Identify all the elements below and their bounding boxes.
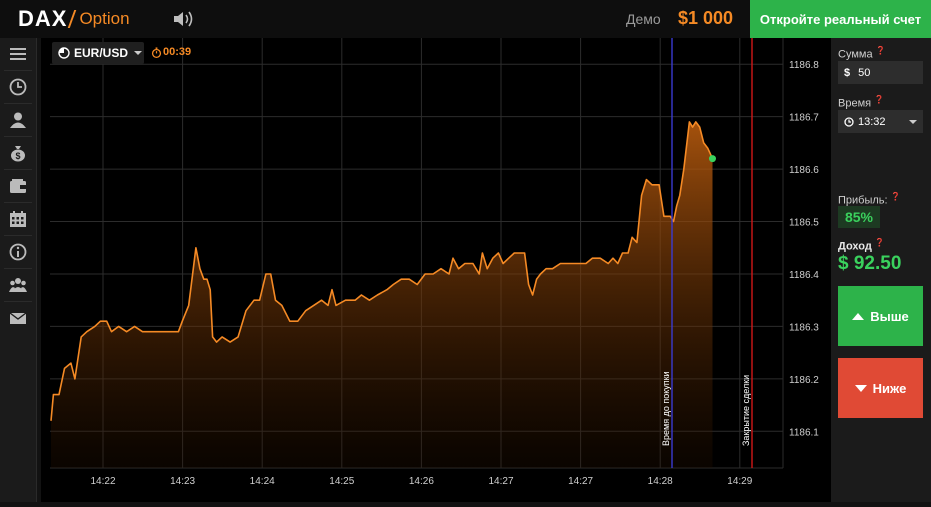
clock-icon [844,116,854,127]
call-button-label: Выше [870,308,909,324]
profit-percentage: 85% [838,206,880,228]
open-real-account-button[interactable]: Откройте реальный счет [750,0,931,38]
stopwatch-icon [151,46,162,58]
y-tick-label: 1186.8 [789,60,819,71]
time-select[interactable]: 13:32 [838,110,923,133]
svg-text:$: $ [15,151,20,161]
wallet-icon[interactable] [0,170,36,202]
arrow-up-icon [852,312,865,320]
user-icon[interactable] [0,104,36,136]
x-tick-label: 14:29 [727,476,752,487]
y-tick-label: 1186.2 [789,375,819,386]
currency-symbol: $ [844,66,851,79]
amount-value: 50 [858,66,871,79]
clock-icon[interactable] [0,71,36,103]
x-tick-label: 14:26 [409,476,434,487]
logo[interactable]: DAX Option [18,6,130,32]
menu-icon[interactable] [0,38,36,70]
chart-area[interactable]: Время до покупки Закрытие сделки 1186.8 11… [41,38,831,502]
x-tick-label: 14:22 [90,476,115,487]
put-button[interactable]: Ниже [838,358,923,418]
mail-icon[interactable] [0,302,36,334]
call-button[interactable]: Выше [838,286,923,346]
expiry-timer: 00:39 [151,46,191,58]
sound-icon[interactable] [172,9,194,29]
close-time-label: Закрытие сделки [741,375,751,446]
timer-value: 00:39 [163,46,192,58]
x-tick-label: 14:25 [329,476,354,487]
demo-label: Демо [626,11,661,27]
sidebar: $ [0,38,37,502]
arrow-down-icon [854,384,867,392]
x-tick-label: 14:28 [648,476,673,487]
asset-pair-label: EUR/USD [74,46,129,60]
x-tick-label: 14:27 [568,476,593,487]
x-tick-label: 14:24 [250,476,275,487]
logo-mark [68,10,77,28]
y-tick-label: 1186.1 [789,427,819,438]
income-value: $ 92.50 [838,253,902,274]
y-tick-label: 1186.5 [789,218,819,229]
y-tick-label: 1186.3 [789,322,819,333]
price-chart[interactable]: Время до покупки Закрытие сделки 1186.8 11… [41,38,831,502]
put-button-label: Ниже [872,380,907,396]
price-area [51,121,713,469]
logo-text: DAX [18,6,68,31]
x-tick-label: 14:27 [488,476,513,487]
x-tick-label: 14:23 [170,476,195,487]
calendar-icon[interactable] [0,203,36,235]
y-tick-label: 1186.6 [789,165,819,176]
chevron-down-icon [134,51,143,55]
purchase-time-label: Время до покупки [661,371,671,446]
chevron-down-icon [909,120,917,124]
profit-label: Прибыль: ❓ [838,192,901,207]
info-icon[interactable] [0,236,36,268]
pie-chart-icon [58,47,70,59]
logo-subtext: Option [79,9,130,28]
amount-input[interactable]: $ 50 [838,61,923,84]
time-label: Время ❓ [838,95,885,110]
y-tick-label: 1186.4 [789,270,819,281]
balance-value: $1 000 [678,8,734,28]
money-bag-icon[interactable]: $ [0,137,36,169]
income-label: Доход ❓ [838,238,885,253]
current-price-point [708,155,716,163]
asset-selector[interactable]: EUR/USD [52,42,144,64]
time-value: 13:32 [858,115,886,128]
top-bar: DAX Option Демо $1 000 Откройте реальный… [0,0,931,38]
y-tick-label: 1186.7 [789,113,819,124]
amount-label: Сумма ❓ [838,46,886,61]
users-icon[interactable] [0,269,36,301]
